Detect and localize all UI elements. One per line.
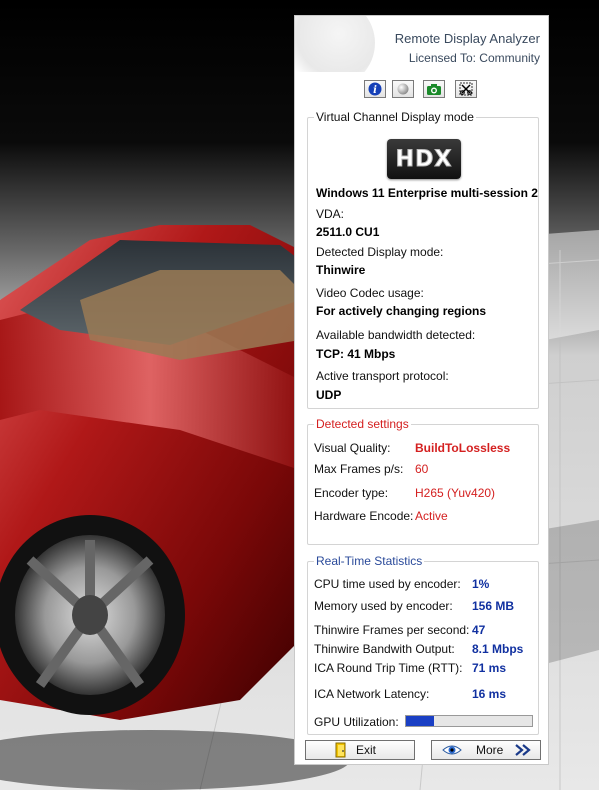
header: Remote Display Analyzer Licensed To: Com… [295,16,548,72]
gpu-utilization-bar [405,715,533,727]
remote-display-analyzer-window: Remote Display Analyzer Licensed To: Com… [294,15,549,765]
realtime-stats-group-title: Real-Time Statistics [314,554,425,568]
double-chevron-right-icon [515,744,532,756]
encoder-value: H265 (Yuv420) [415,486,496,500]
fps-value: 47 [472,623,486,637]
camera-icon [427,83,441,95]
virtual-channel-group: Virtual Channel Display mode HDX Windows… [307,110,539,409]
codec-value: For actively changing regions [316,304,487,318]
exit-button[interactable]: Exit [305,740,415,760]
app-title: Remote Display Analyzer [394,31,540,46]
info-icon: i [368,82,382,96]
snip-icon [459,82,473,96]
detected-settings-group-title: Detected settings [314,417,411,431]
display-mode-label: Detected Display mode: [316,245,444,259]
ball-icon [397,83,409,95]
visual-quality-label: Visual Quality: [314,441,391,455]
rtt-value: 71 ms [472,661,507,675]
virtual-channel-group-title: Virtual Channel Display mode [314,110,476,124]
hw-encode-label: Hardware Encode: [314,509,414,523]
latency-value: 16 ms [472,687,507,701]
os-name: Windows 11 Enterprise multi-session 2 [316,186,538,200]
vda-value: 2511.0 CU1 [316,225,380,239]
more-label: More [476,743,504,757]
gpu-utilization-fill [406,716,434,726]
screenshot-button[interactable] [423,80,445,98]
info-button[interactable]: i [364,80,386,98]
gpu-label: GPU Utilization: [314,715,399,729]
bandwidth-value: TCP: 41 Mbps [316,347,396,361]
cpu-value: 1% [472,577,490,591]
latency-label: ICA Network Latency: [314,687,430,701]
ball-button[interactable] [392,80,414,98]
exit-door-icon [335,742,346,758]
rtt-label: ICA Round Trip Time (RTT): [314,661,463,675]
globe-logo-icon [295,16,375,72]
bandwidth-out-value: 8.1 Mbps [472,642,524,656]
display-mode-value: Thinwire [316,263,366,277]
snip-button[interactable] [455,80,477,98]
codec-label: Video Codec usage: [316,286,424,300]
hw-encode-value: Active [415,509,448,523]
eye-icon [442,745,462,755]
transport-label: Active transport protocol: [316,369,449,383]
memory-value: 156 MB [472,599,515,613]
encoder-label: Encoder type: [314,486,389,500]
visual-quality-value: BuildToLossless [415,441,511,455]
realtime-stats-group: Real-Time Statistics CPU time used by en… [307,554,539,735]
fps-label: Thinwire Frames per second: [314,623,470,637]
more-button[interactable]: More [431,740,541,760]
bandwidth-label: Available bandwidth detected: [316,328,476,342]
transport-value: UDP [316,388,342,402]
cpu-label: CPU time used by encoder: [314,577,461,591]
license-text: Licensed To: Community [408,51,540,65]
max-frames-label: Max Frames p/s: [314,462,404,476]
hdx-logo: HDX [387,139,461,179]
exit-label: Exit [356,743,377,757]
max-frames-value: 60 [415,462,429,476]
svg-text:i: i [373,85,377,96]
memory-label: Memory used by encoder: [314,599,453,613]
bandwidth-out-label: Thinwire Bandwith Output: [314,642,455,656]
detected-settings-group: Detected settings Visual Quality: BuildT… [307,417,539,545]
vda-label: VDA: [316,207,345,221]
hdx-logo-text: HDX [395,146,453,172]
